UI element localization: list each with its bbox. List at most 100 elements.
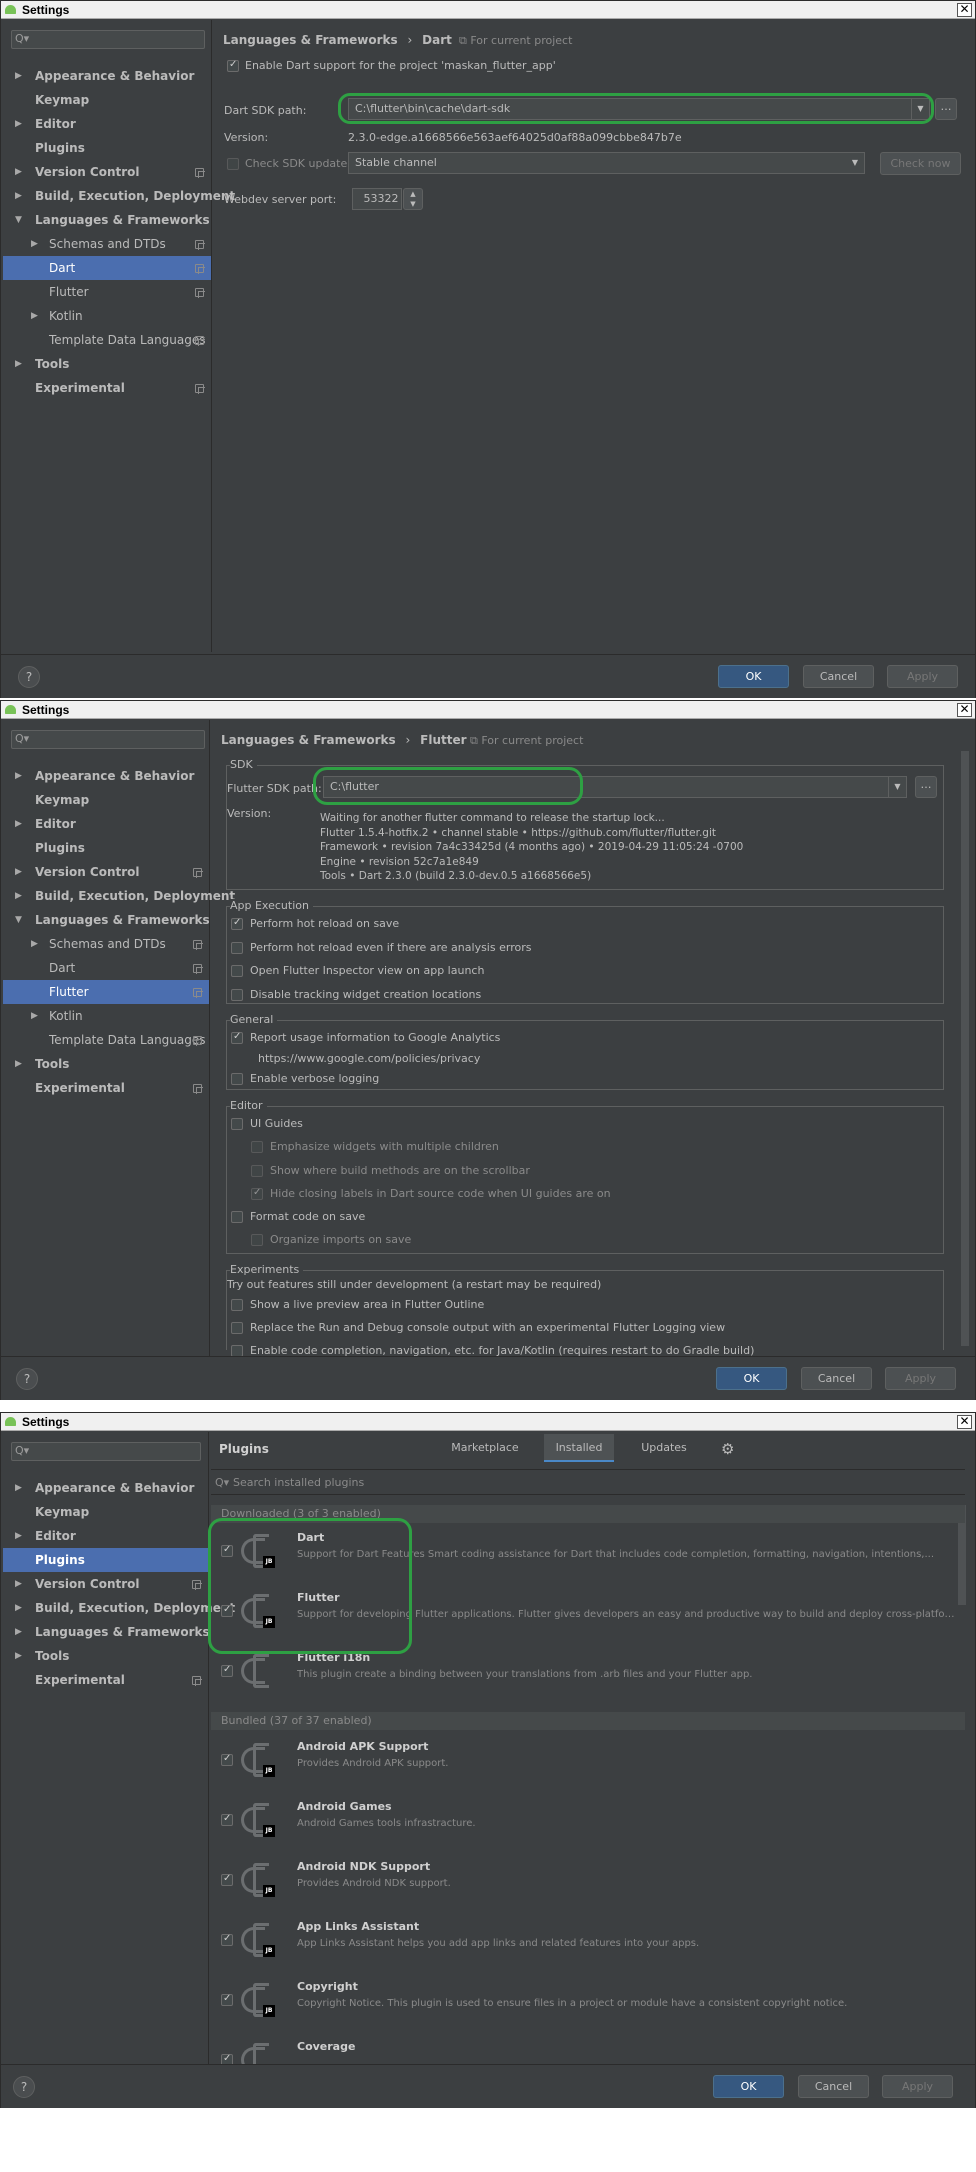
sidebar-item-tools[interactable]: ▶ Tools — [3, 352, 211, 376]
plugin-row[interactable]: JB Android Games Android Games tools infra… — [211, 1790, 965, 1850]
check-now-button[interactable]: Check now — [880, 152, 961, 175]
tab-updates[interactable]: Updates — [624, 1434, 704, 1462]
privacy-link[interactable]: https://www.google.com/policies/privacy — [258, 1052, 480, 1065]
apply-button[interactable]: Apply — [887, 665, 958, 688]
ok-button[interactable]: OK — [716, 1367, 787, 1390]
sidebar-item-appearance-behavior[interactable]: ▶ Appearance & Behavior — [3, 1476, 208, 1500]
scrollbar[interactable] — [961, 751, 969, 1346]
sidebar-item-appearance-behavior[interactable]: ▶ Appearance & Behavior — [3, 64, 211, 88]
sidebar-item-languages-frameworks[interactable]: ▼ Languages & Frameworks — [3, 908, 210, 932]
channel-select[interactable]: Stable channel ▼ — [348, 152, 865, 174]
sidebar-item-plugins[interactable]: Plugins — [3, 1548, 208, 1572]
sidebar-item-schemas-and-dtds[interactable]: ▶ Schemas and DTDs — [3, 932, 209, 956]
sidebar-item-template-data-languages[interactable]: Template Data Languages — [3, 328, 211, 352]
sidebar-item-flutter[interactable]: Flutter — [3, 980, 209, 1004]
gear-icon[interactable]: ⚙ — [721, 1440, 734, 1458]
port-stepper[interactable]: ▲ ▼ — [403, 188, 423, 210]
sidebar-item-keymap[interactable]: Keymap — [3, 1500, 208, 1524]
apply-button[interactable]: Apply — [882, 2075, 953, 2098]
chevron-down-icon[interactable]: ▼ — [15, 208, 25, 232]
plugin-enabled-checkbox[interactable] — [221, 1813, 233, 1826]
sidebar-item-tools[interactable]: ▶ Tools — [3, 1052, 209, 1076]
chevron-right-icon[interactable]: ▶ — [15, 1476, 25, 1500]
sidebar-item-editor[interactable]: ▶ Editor — [3, 1524, 208, 1548]
chevron-right-icon[interactable]: ▶ — [15, 352, 25, 376]
sidebar-item-languages-frameworks[interactable]: ▼ Languages & Frameworks — [3, 208, 211, 232]
chevron-right-icon[interactable]: ▶ — [15, 1524, 25, 1548]
ui-guide-option-checkbox[interactable] — [251, 1164, 263, 1177]
sidebar-item-kotlin[interactable]: ▶ Kotlin — [3, 1004, 209, 1028]
chevron-right-icon[interactable]: ▶ — [15, 812, 25, 836]
sidebar-item-flutter[interactable]: Flutter — [3, 280, 211, 304]
app-exec-checkbox[interactable] — [231, 917, 243, 930]
sidebar-item-languages-frameworks[interactable]: ▶ Languages & Frameworks — [3, 1620, 210, 1644]
cancel-button[interactable]: Cancel — [803, 665, 874, 688]
plugin-enabled-checkbox[interactable] — [221, 1993, 233, 2006]
tab-marketplace[interactable]: Marketplace — [441, 1434, 529, 1462]
chevron-right-icon[interactable]: ▶ — [15, 112, 25, 136]
plugin-search-bar[interactable]: Q▾ Search installed plugins — [211, 1469, 965, 1495]
chevron-right-icon[interactable]: ▶ — [15, 1572, 25, 1596]
sidebar-item-editor[interactable]: ▶ Editor — [3, 112, 211, 136]
app-exec-checkbox[interactable] — [231, 988, 243, 1001]
plugin-row[interactable]: JB App Links Assistant App Links Assistant… — [211, 1910, 965, 1970]
sidebar-item-tools[interactable]: ▶ Tools — [3, 1644, 208, 1668]
plugin-enabled-checkbox[interactable] — [221, 1664, 233, 1677]
sidebar-item-build-execution-deployment[interactable]: ▶ Build, Execution, Deployment — [3, 1596, 235, 1620]
plugin-row[interactable]: JB Android NDK Support Provides Android ND… — [211, 1850, 965, 1910]
browse-button[interactable]: … — [935, 98, 957, 120]
chevron-right-icon[interactable]: ▶ — [31, 232, 41, 256]
sidebar-item-experimental[interactable]: Experimental — [3, 1668, 208, 1692]
tab-installed[interactable]: Installed — [544, 1434, 614, 1462]
sidebar-item-dart[interactable]: Dart — [3, 956, 209, 980]
chevron-right-icon[interactable]: ▶ — [15, 1644, 25, 1668]
sidebar-item-plugins[interactable]: Plugins — [3, 136, 211, 160]
ui-guide-option-checkbox[interactable] — [251, 1187, 263, 1200]
close-icon[interactable]: ✕ — [957, 703, 972, 717]
close-icon[interactable]: ✕ — [957, 3, 972, 17]
chevron-down-icon[interactable]: ▼ — [888, 777, 906, 797]
settings-search-input[interactable]: Q▾ — [11, 730, 205, 749]
cancel-button[interactable]: Cancel — [801, 1367, 872, 1390]
help-button[interactable]: ? — [16, 1368, 38, 1390]
sidebar-item-keymap[interactable]: Keymap — [3, 788, 209, 812]
plugin-row[interactable]: JB Copyright Copyright Notice. This plugin… — [211, 1970, 965, 2030]
sidebar-item-template-data-languages[interactable]: Template Data Languages — [3, 1028, 209, 1052]
chevron-right-icon[interactable]: ▶ — [15, 160, 25, 184]
sidebar-item-schemas-and-dtds[interactable]: ▶ Schemas and DTDs — [3, 232, 211, 256]
plugin-row[interactable]: JB Android APK Support Provides Android AP… — [211, 1730, 965, 1790]
chevron-right-icon[interactable]: ▶ — [15, 1596, 25, 1620]
sidebar-item-appearance-behavior[interactable]: ▶ Appearance & Behavior — [3, 764, 209, 788]
app-exec-checkbox[interactable] — [231, 941, 243, 954]
verbose-logging-checkbox[interactable] — [231, 1073, 243, 1085]
chevron-right-icon[interactable]: ▶ — [15, 884, 25, 908]
plugin-enabled-checkbox[interactable] — [221, 1933, 233, 1946]
format-on-save-checkbox[interactable] — [231, 1211, 243, 1223]
plugin-enabled-checkbox[interactable] — [221, 1873, 233, 1886]
chevron-down-icon[interactable]: ▼ — [846, 153, 864, 173]
plugin-enabled-checkbox[interactable] — [221, 1753, 233, 1766]
check-sdk-update-checkbox[interactable] — [227, 158, 239, 170]
chevron-right-icon[interactable]: ▶ — [15, 64, 25, 88]
help-button[interactable]: ? — [13, 2076, 35, 2098]
sidebar-item-version-control[interactable]: ▶ Version Control — [3, 160, 211, 184]
sidebar-item-experimental[interactable]: Experimental — [3, 376, 211, 400]
sidebar-item-build-execution-deployment[interactable]: ▶ Build, Execution, Deployment — [3, 884, 235, 908]
enable-dart-checkbox[interactable] — [227, 59, 239, 72]
ui-guides-checkbox[interactable] — [231, 1118, 243, 1130]
chevron-right-icon[interactable]: ▶ — [15, 764, 25, 788]
organize-imports-checkbox[interactable] — [251, 1234, 263, 1246]
sidebar-item-experimental[interactable]: Experimental — [3, 1076, 209, 1100]
sidebar-item-kotlin[interactable]: ▶ Kotlin — [3, 304, 211, 328]
sidebar-item-plugins[interactable]: Plugins — [3, 836, 209, 860]
sidebar-item-keymap[interactable]: Keymap — [3, 88, 211, 112]
app-exec-checkbox[interactable] — [231, 965, 243, 977]
ok-button[interactable]: OK — [718, 665, 789, 688]
sidebar-item-build-execution-deployment[interactable]: ▶ Build, Execution, Deployment — [3, 184, 235, 208]
chevron-down-icon[interactable]: ▼ — [15, 908, 25, 932]
close-icon[interactable]: ✕ — [957, 1415, 972, 1429]
browse-button[interactable]: … — [915, 776, 937, 798]
chevron-right-icon[interactable]: ▶ — [31, 932, 41, 956]
chevron-right-icon[interactable]: ▶ — [15, 1620, 25, 1644]
ok-button[interactable]: OK — [713, 2075, 784, 2098]
